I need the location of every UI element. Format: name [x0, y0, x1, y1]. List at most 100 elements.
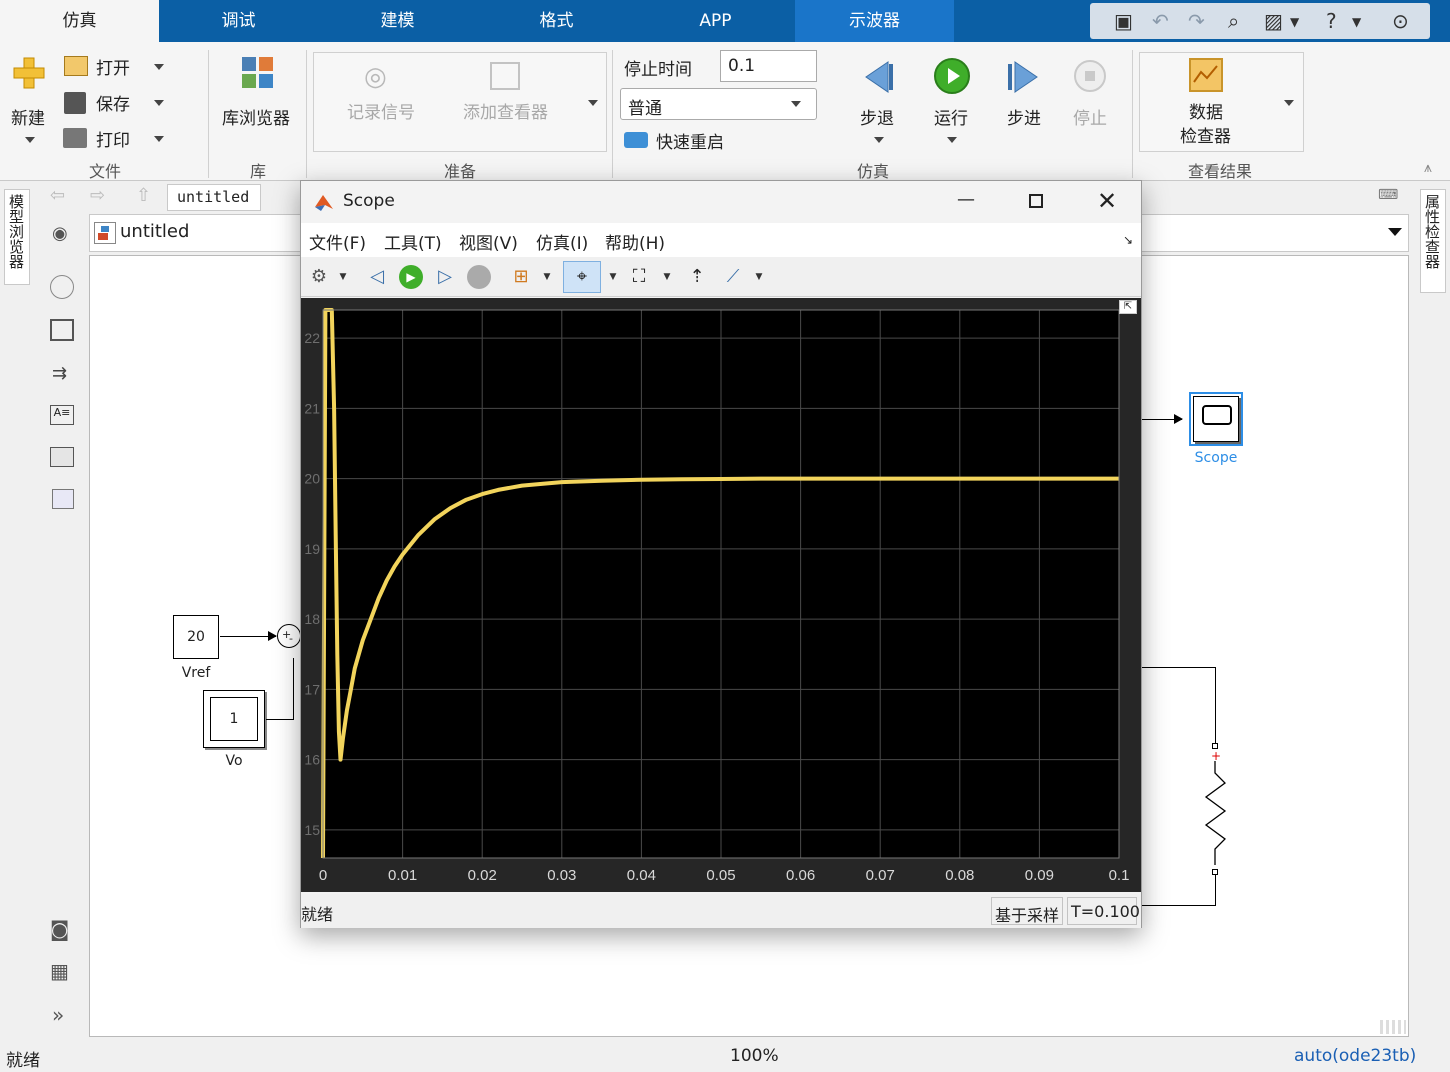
tab-simulation[interactable]: 仿真	[0, 0, 159, 42]
breadcrumb-tab[interactable]: untitled	[167, 184, 261, 211]
measurements-icon[interactable]: ⟋	[721, 265, 745, 289]
image-icon[interactable]	[50, 447, 74, 467]
new-icon[interactable]	[12, 56, 46, 90]
library-browser-icon[interactable]	[241, 56, 275, 90]
resistor-icon[interactable]	[1203, 761, 1229, 865]
step-forward-icon[interactable]: ▷	[433, 265, 457, 289]
chevron-down-icon[interactable]: ▼	[655, 265, 679, 289]
step-back-icon[interactable]	[862, 60, 896, 94]
scope-block[interactable]	[1189, 392, 1243, 446]
chevron-down-icon[interactable]: ▼	[1352, 15, 1361, 29]
more-icon[interactable]: »	[52, 1003, 64, 1027]
tab-debug[interactable]: 调试	[159, 0, 318, 42]
fit-view-icon[interactable]	[50, 319, 74, 341]
run-icon[interactable]: ▶	[399, 265, 423, 289]
vref-constant-block[interactable]: 20	[173, 615, 219, 659]
chevron-down-icon[interactable]	[154, 136, 164, 142]
close-icon[interactable]: ✕	[1097, 187, 1117, 215]
model-browser-tab[interactable]: 模型浏览器	[4, 189, 30, 285]
hide-browser-icon[interactable]: ◉	[52, 223, 68, 244]
settings-gear-icon[interactable]: ⚙	[307, 265, 331, 289]
chevron-down-icon[interactable]	[1388, 228, 1402, 236]
tab-apps[interactable]: APP	[636, 0, 795, 42]
stop-icon[interactable]	[467, 265, 491, 289]
menu-simulation[interactable]: 仿真(I)	[536, 229, 588, 254]
camera-icon[interactable]: ◙	[50, 917, 69, 941]
simulation-mode-select[interactable]: 普通	[620, 88, 817, 120]
sum-block[interactable]: + -	[277, 624, 301, 648]
solver-link[interactable]: auto(ode23tb)	[1294, 1046, 1416, 1066]
run-button[interactable]: 运行	[934, 104, 968, 129]
property-inspector-icon[interactable]: ▦	[50, 959, 69, 983]
log-signals-button[interactable]: 记录信号	[347, 98, 415, 123]
stop-button[interactable]: 停止	[1073, 104, 1107, 129]
scope-plot[interactable]: 0 0.01 0.02 0.03 0.04 0.05 0.06 0.07 0.08 0.09 0.1…	[301, 298, 1141, 892]
keyboard-icon[interactable]: ⌨	[1378, 187, 1398, 203]
resize-grip-icon[interactable]	[1380, 1020, 1406, 1034]
fast-restart-button[interactable]: 快速重启	[656, 128, 724, 153]
data-inspector-line1[interactable]: 数据	[1189, 98, 1223, 123]
annotation-icon[interactable]: A≡	[50, 405, 74, 425]
maximize-icon[interactable]	[1029, 194, 1043, 208]
minimize-icon[interactable]: —	[957, 189, 975, 210]
save-button[interactable]: 保存	[96, 90, 130, 115]
step-back-icon[interactable]: ◁	[365, 265, 389, 289]
tab-format[interactable]: 格式	[477, 0, 636, 42]
signal-arrows-icon[interactable]: ⇉	[52, 363, 67, 384]
step-forward-button[interactable]: 步进	[1007, 104, 1041, 129]
chevron-down-icon[interactable]	[154, 64, 164, 70]
menu-tools[interactable]: 工具(T)	[384, 229, 442, 254]
print-button[interactable]: 打印	[96, 126, 130, 151]
triggers-icon[interactable]: ⇡	[685, 265, 709, 289]
property-inspector-tab[interactable]: 属性检查器	[1420, 189, 1446, 293]
collapse-ribbon-icon[interactable]: ⊙	[1392, 9, 1409, 33]
dock-icon[interactable]: ↘	[1123, 233, 1133, 247]
tab-modeling[interactable]: 建模	[318, 0, 477, 42]
chevron-down-icon[interactable]	[874, 137, 884, 143]
back-icon[interactable]: ⇦	[50, 185, 65, 206]
model-path[interactable]: untitled	[120, 221, 189, 242]
matlab-logo-icon	[313, 191, 335, 213]
undock-plot-icon[interactable]: ⇱	[1119, 300, 1137, 314]
new-button[interactable]: 新建	[11, 104, 45, 129]
autoscale-icon[interactable]: ⛶	[627, 265, 651, 289]
redo-icon[interactable]: ↷	[1188, 9, 1205, 33]
chevron-down-icon[interactable]: ▼	[535, 265, 559, 289]
highlight-block-icon[interactable]: ⊞	[509, 265, 533, 289]
find-model-icon[interactable]: ▨	[1264, 9, 1283, 33]
data-inspector-icon[interactable]	[1189, 58, 1223, 92]
zoom-in-icon[interactable]	[50, 275, 74, 299]
tab-scope[interactable]: 示波器	[795, 0, 954, 42]
help-icon[interactable]: ?	[1326, 9, 1337, 33]
menu-file[interactable]: 文件(F)	[309, 229, 366, 254]
data-inspector-line2[interactable]: 检查器	[1180, 122, 1231, 147]
chevron-down-icon[interactable]: ▼	[1290, 15, 1299, 29]
step-forward-icon[interactable]	[1006, 60, 1042, 94]
stop-icon[interactable]	[1074, 60, 1106, 92]
chevron-down-icon[interactable]	[25, 137, 35, 143]
chevron-down-icon[interactable]	[154, 100, 164, 106]
search-icon[interactable]: ⌕	[1228, 9, 1239, 33]
menu-help[interactable]: 帮助(H)	[605, 229, 665, 254]
undo-icon[interactable]: ↶	[1152, 9, 1169, 33]
stop-time-input[interactable]: 0.1	[720, 50, 817, 82]
zoom-tool-button[interactable]: ⌖	[563, 261, 601, 293]
add-viewer-button[interactable]: 添加查看器	[463, 98, 548, 123]
chevron-down-icon[interactable]	[1284, 100, 1294, 106]
menu-view[interactable]: 视图(V)	[459, 229, 518, 254]
chevron-down-icon[interactable]	[947, 137, 957, 143]
chevron-down-icon[interactable]: ▼	[331, 265, 355, 289]
chevron-down-icon[interactable]: ▼	[601, 265, 625, 289]
chevron-down-icon[interactable]	[588, 100, 598, 106]
library-browser-button[interactable]: 库浏览器	[222, 104, 290, 129]
save-icon[interactable]: ▣	[1114, 9, 1133, 33]
open-button[interactable]: 打开	[96, 54, 130, 79]
forward-icon[interactable]: ⇨	[90, 185, 105, 206]
area-icon[interactable]	[52, 489, 74, 509]
up-icon[interactable]: ⇧	[136, 185, 151, 206]
chevron-down-icon[interactable]: ▼	[747, 265, 771, 289]
collapse-icon[interactable]: ⩚	[1424, 160, 1432, 176]
vo-block[interactable]: 1	[203, 690, 265, 748]
step-back-button[interactable]: 步退	[860, 104, 894, 129]
run-icon[interactable]	[934, 58, 970, 94]
